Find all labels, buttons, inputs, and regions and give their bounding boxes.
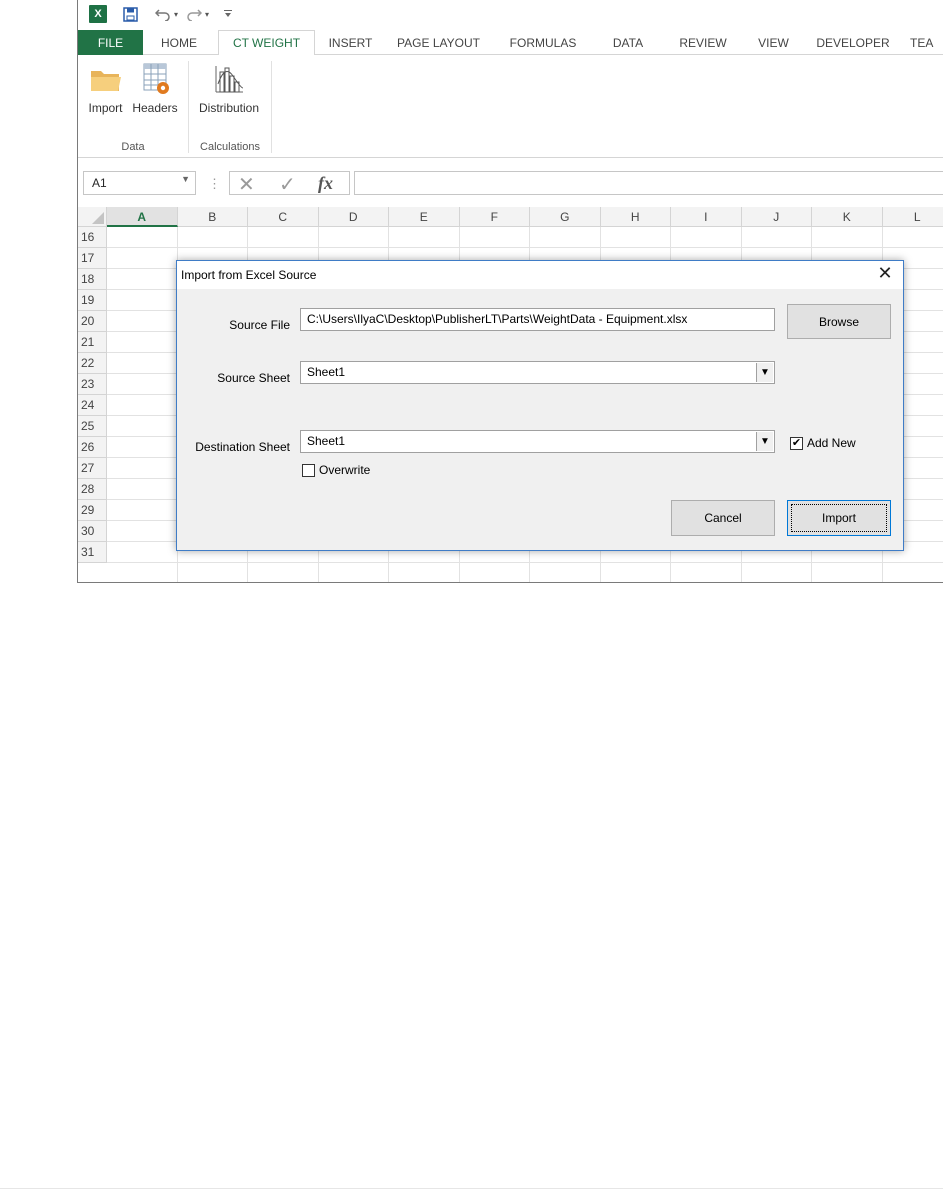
ribbon-headers-button[interactable]: Headers (129, 61, 181, 115)
gridline-horizontal (107, 562, 943, 563)
chevron-down-icon[interactable]: ▼ (756, 432, 773, 451)
column-header-c[interactable]: C (248, 207, 319, 227)
tab-review[interactable]: REVIEW (668, 30, 738, 55)
name-box-value: A1 (92, 176, 107, 190)
insert-function-icon[interactable]: fx (318, 173, 333, 194)
overwrite-checkbox[interactable] (302, 464, 315, 477)
cancel-button[interactable]: Cancel (671, 500, 775, 536)
ribbon-panel: Import Headers Distribution Data Calcula… (78, 55, 943, 158)
dialog-title: Import from Excel Source (181, 268, 317, 282)
destination-sheet-select[interactable]: Sheet1 ▼ (300, 430, 775, 453)
group-separator (188, 61, 189, 153)
name-box[interactable]: A1 ▼ (83, 171, 196, 195)
select-all-triangle-icon (92, 212, 104, 224)
source-sheet-label: Source Sheet (217, 371, 290, 385)
row-header-20[interactable]: 20 (78, 311, 107, 332)
ribbon-distribution-button[interactable]: Distribution (193, 61, 265, 115)
row-header-24[interactable]: 24 (78, 395, 107, 416)
formula-input[interactable] (354, 171, 943, 195)
redo-icon[interactable] (185, 5, 203, 23)
import-dialog: Import from Excel Source ✕ Source File C… (176, 260, 904, 551)
ribbon-import-label: Import (88, 101, 123, 115)
ribbon-headers-label: Headers (132, 101, 178, 115)
tab-file[interactable]: FILE (78, 30, 143, 55)
column-header-d[interactable]: D (318, 207, 389, 227)
distribution-chart-icon (193, 61, 265, 97)
column-header-f[interactable]: F (459, 207, 530, 227)
undo-dropdown-icon[interactable]: ▾ (172, 5, 180, 23)
ribbon-tabs: FILE HOME CT WEIGHT INSERT PAGE LAYOUT F… (78, 30, 943, 56)
chevron-down-icon[interactable]: ▼ (756, 363, 773, 382)
source-sheet-value: Sheet1 (307, 365, 346, 379)
save-icon[interactable] (122, 5, 138, 23)
column-header-l[interactable]: L (882, 207, 943, 227)
redo-dropdown-icon[interactable]: ▾ (203, 5, 211, 23)
quick-access-toolbar: X ▾ ▾ (78, 0, 943, 30)
tab-ct-weight[interactable]: CT WEIGHT (218, 30, 315, 56)
tab-formulas[interactable]: FORMULAS (498, 30, 588, 55)
column-header-a[interactable]: A (107, 207, 178, 227)
add-new-label[interactable]: Add New (807, 436, 856, 450)
column-header-b[interactable]: B (177, 207, 248, 227)
source-sheet-select[interactable]: Sheet1 ▼ (300, 361, 775, 384)
select-all-corner[interactable] (78, 207, 107, 227)
source-file-label: Source File (229, 318, 290, 332)
overwrite-label[interactable]: Overwrite (319, 463, 370, 477)
page-bottom-rule (0, 1188, 943, 1189)
row-header-31[interactable]: 31 (78, 542, 107, 563)
column-header-e[interactable]: E (389, 207, 460, 227)
customize-toolbar-icon[interactable] (223, 5, 233, 23)
ribbon-distribution-label: Distribution (198, 101, 260, 115)
row-header-23[interactable]: 23 (78, 374, 107, 395)
group-label-data: Data (121, 141, 145, 153)
tab-developer[interactable]: DEVELOPER (808, 30, 898, 55)
formula-buttons: ✕ ✓ fx (229, 171, 350, 197)
ribbon-import-button[interactable]: Import (83, 61, 128, 115)
row-header-21[interactable]: 21 (78, 332, 107, 353)
row-header-27[interactable]: 27 (78, 458, 107, 479)
column-header-g[interactable]: G (530, 207, 601, 227)
row-header-30[interactable]: 30 (78, 521, 107, 542)
row-header-17[interactable]: 17 (78, 248, 107, 269)
gridline-horizontal (107, 247, 943, 248)
formula-bar: A1 ▼ ⋮ ✕ ✓ fx (78, 159, 943, 206)
row-header-29[interactable]: 29 (78, 500, 107, 521)
column-header-h[interactable]: H (600, 207, 671, 227)
row-header-28[interactable]: 28 (78, 479, 107, 500)
group-separator (271, 61, 272, 153)
tab-data[interactable]: DATA (598, 30, 658, 55)
source-file-input[interactable]: C:\Users\IlyaC\Desktop\PublisherLT\Parts… (300, 308, 775, 331)
enter-checkmark-icon[interactable]: ✓ (279, 172, 296, 197)
folder-icon (83, 61, 128, 97)
tab-home[interactable]: HOME (144, 30, 214, 55)
column-header-i[interactable]: I (671, 207, 742, 227)
destination-sheet-value: Sheet1 (307, 434, 346, 448)
add-new-checkbox[interactable]: ✔ (790, 437, 803, 450)
row-header-22[interactable]: 22 (78, 353, 107, 374)
browse-button[interactable]: Browse (787, 304, 891, 339)
cancel-entry-icon[interactable]: ✕ (238, 172, 255, 197)
destination-sheet-label: Destination Sheet (195, 440, 290, 454)
import-button[interactable]: Import (787, 500, 891, 536)
focus-rectangle (791, 504, 887, 532)
tab-page-layout[interactable]: PAGE LAYOUT (386, 30, 491, 55)
row-header-19[interactable]: 19 (78, 290, 107, 311)
row-header-25[interactable]: 25 (78, 416, 107, 437)
excel-logo-icon: X (89, 5, 107, 23)
undo-icon[interactable] (154, 5, 172, 23)
name-box-dropdown-icon[interactable]: ▼ (181, 174, 190, 184)
formula-bar-grip[interactable]: ⋮ (208, 176, 221, 192)
close-icon[interactable]: ✕ (875, 263, 895, 284)
tab-view[interactable]: VIEW (746, 30, 801, 55)
row-header-18[interactable]: 18 (78, 269, 107, 290)
tab-insert[interactable]: INSERT (318, 30, 383, 55)
dialog-titlebar[interactable]: Import from Excel Source ✕ (177, 261, 903, 289)
row-header-26[interactable]: 26 (78, 437, 107, 458)
tab-team[interactable]: TEA (910, 30, 943, 55)
column-header-j[interactable]: J (741, 207, 812, 227)
group-label-calculations: Calculations (200, 141, 260, 153)
row-header-16[interactable]: 16 (78, 227, 107, 248)
headers-settings-icon (129, 61, 181, 97)
column-header-k[interactable]: K (812, 207, 883, 227)
